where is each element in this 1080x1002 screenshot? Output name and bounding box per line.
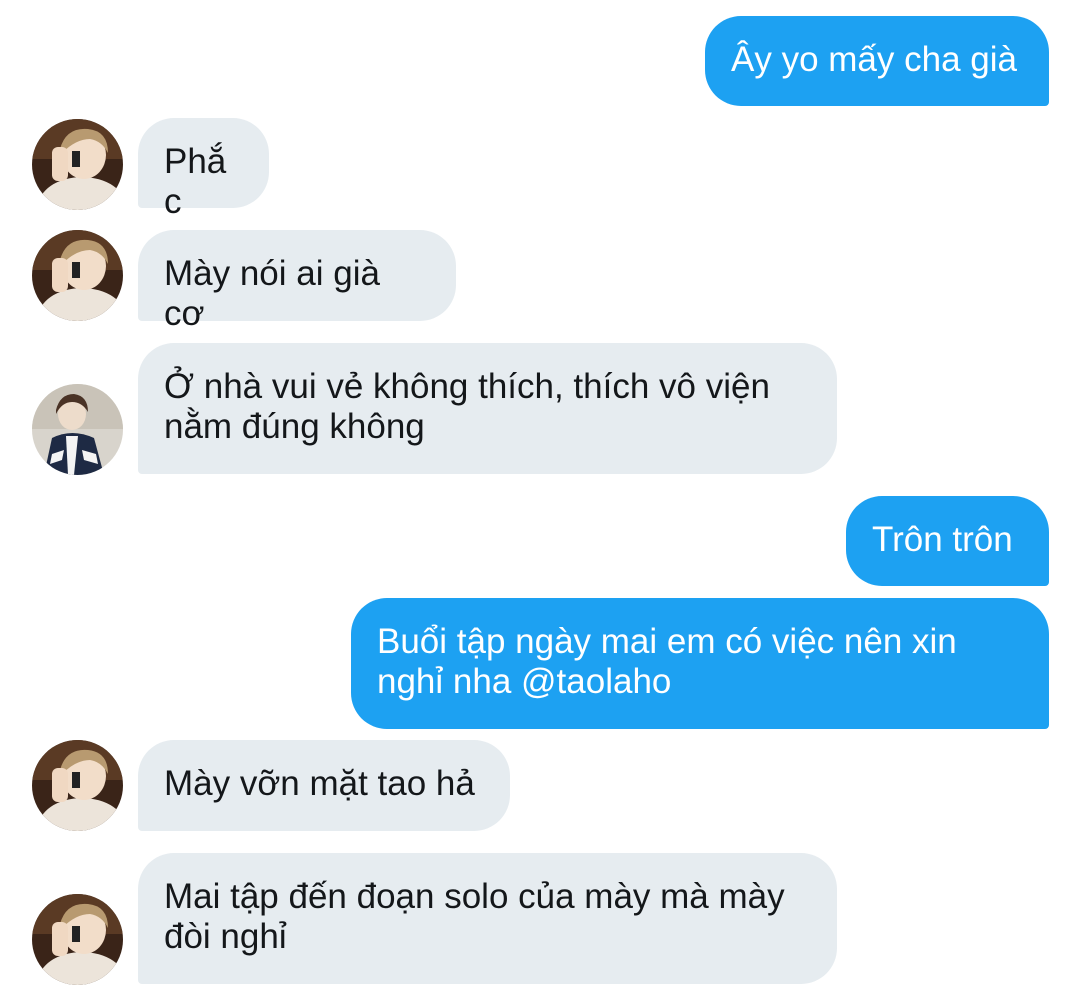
person-photo-icon (32, 230, 123, 321)
contact-avatar[interactable] (32, 384, 123, 475)
message-thread: Ây yo mấy cha già Phắc Mày nói ai già cơ (0, 0, 1080, 1002)
outgoing-message-bubble[interactable]: Buổi tập ngày mai em có việc nên xin ngh… (351, 598, 1049, 729)
person-photo-icon (32, 740, 123, 831)
contact-avatar[interactable] (32, 740, 123, 831)
outgoing-message-bubble[interactable]: Ây yo mấy cha già (705, 16, 1049, 106)
contact-avatar[interactable] (32, 894, 123, 985)
contact-avatar[interactable] (32, 119, 123, 210)
message-text: Phắc (164, 142, 227, 221)
person-photo-icon (32, 894, 123, 985)
message-text: Buổi tập ngày mai em có việc nên xin ngh… (377, 622, 957, 701)
outgoing-message-bubble[interactable]: Trôn trôn (846, 496, 1049, 586)
message-text: Trôn trôn (872, 520, 1013, 559)
person-photo-icon (32, 119, 123, 210)
incoming-message-bubble[interactable]: Mày nói ai già cơ (138, 230, 456, 333)
message-text: Ở nhà vui vẻ không thích, thích vô viện … (164, 367, 770, 446)
message-text: Mai tập đến đoạn solo của mày mà mày đòi… (164, 877, 785, 956)
message-text: Mày vỡn mặt tao hả (164, 764, 475, 803)
incoming-message-bubble[interactable]: Mày vỡn mặt tao hả (138, 740, 510, 831)
incoming-message-bubble[interactable]: Ở nhà vui vẻ không thích, thích vô viện … (138, 343, 837, 474)
message-text: Ây yo mấy cha già (731, 40, 1017, 79)
contact-avatar[interactable] (32, 230, 123, 321)
person-photo-icon (32, 384, 123, 475)
message-text: Mày nói ai già cơ (164, 254, 380, 333)
incoming-message-bubble[interactable]: Phắc (138, 118, 269, 221)
incoming-message-bubble[interactable]: Mai tập đến đoạn solo của mày mà mày đòi… (138, 853, 837, 984)
